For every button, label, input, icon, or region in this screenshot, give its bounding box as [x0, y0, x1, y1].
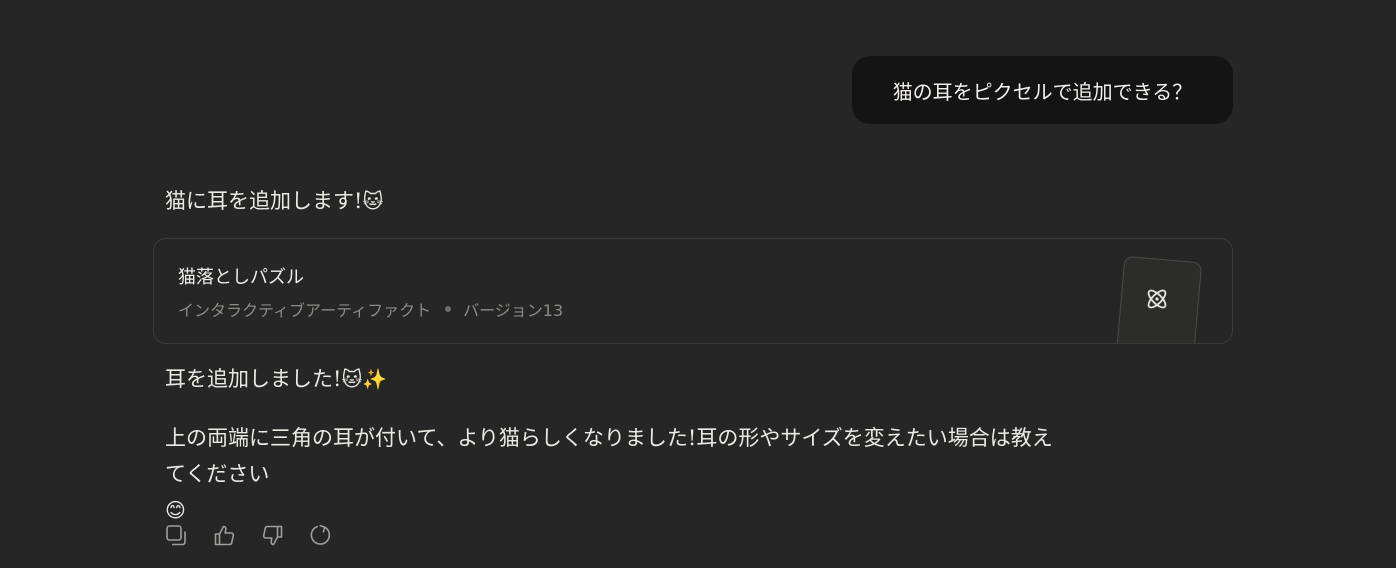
retry-button[interactable]: [308, 522, 333, 548]
assistant-body-line-1: 上の両端に三角の耳が付いて、より猫らしくなりました!耳の形やサイズを変えたい場合…: [165, 426, 1053, 450]
thumbs-up-button[interactable]: [212, 522, 237, 548]
user-message-text: 猫の耳をピクセルで追加できる？: [892, 79, 1193, 104]
assistant-added-label: 耳を追加しました!: [165, 367, 342, 391]
artifact-card[interactable]: 猫落としパズル インタラクティブアーティファクト バージョン13: [153, 238, 1233, 344]
thumbs-down-icon: [262, 525, 283, 545]
retry-icon: [310, 524, 331, 545]
user-message-bubble: 猫の耳をピクセルで追加できる？: [852, 56, 1233, 124]
message-actions: [164, 522, 333, 548]
assistant-body-text: 上の両端に三角の耳が付いて、より猫らしくなりました!耳の形やサイズを変えたい場合…: [165, 420, 1053, 528]
atom-icon: [1142, 284, 1172, 314]
thumbs-down-button[interactable]: [260, 522, 285, 548]
assistant-body-line-2: てください 😊: [165, 456, 1053, 528]
copy-icon: [166, 524, 186, 545]
artifact-type-label: インタラクティブアーティファクト: [178, 301, 432, 320]
assistant-intro-text: 猫に耳を追加します!🐱: [165, 184, 383, 218]
artifact-title: 猫落としパズル: [178, 267, 304, 288]
assistant-body-line-2-text: てください: [165, 462, 270, 486]
meta-separator-dot: [445, 306, 452, 312]
artifact-meta: インタラクティブアーティファクト バージョン13: [178, 297, 563, 321]
assistant-added-text: 耳を追加しました!🐱✨: [165, 362, 387, 396]
assistant-intro-label: 猫に耳を追加します!: [165, 189, 363, 213]
cat-emoji-icon: 🐱: [362, 189, 384, 213]
thumbs-up-icon: [214, 525, 235, 545]
artifact-version-label: バージョン13: [463, 301, 564, 320]
cat-sparkles-emoji-icon: 🐱✨: [341, 367, 388, 391]
copy-button[interactable]: [164, 522, 189, 548]
